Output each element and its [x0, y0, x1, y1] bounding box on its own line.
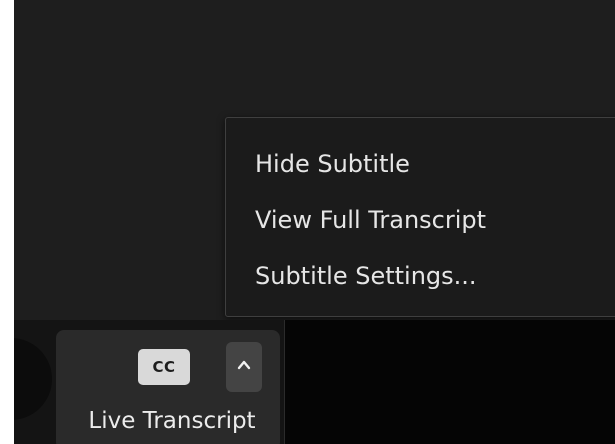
menu-item-view-full-transcript[interactable]: View Full Transcript: [226, 200, 615, 256]
closed-caption-button[interactable]: CC: [138, 349, 190, 385]
live-transcript-options-button[interactable]: [226, 342, 262, 392]
menu-item-subtitle-settings[interactable]: Subtitle Settings...: [226, 256, 615, 312]
live-transcript-control: CC Live Transcript: [56, 330, 280, 444]
menu-item-hide-subtitle[interactable]: Hide Subtitle: [226, 144, 615, 200]
avatar: [14, 338, 52, 420]
subtitle-options-menu: Hide Subtitle View Full Transcript Subti…: [225, 117, 615, 317]
live-transcript-label[interactable]: Live Transcript: [56, 408, 288, 434]
chevron-up-icon: [237, 360, 251, 370]
meeting-window: Hide Subtitle View Full Transcript Subti…: [14, 0, 615, 444]
meeting-toolbar: CC Live Transcript: [14, 320, 615, 444]
video-thumbnail-strip: [284, 320, 615, 444]
